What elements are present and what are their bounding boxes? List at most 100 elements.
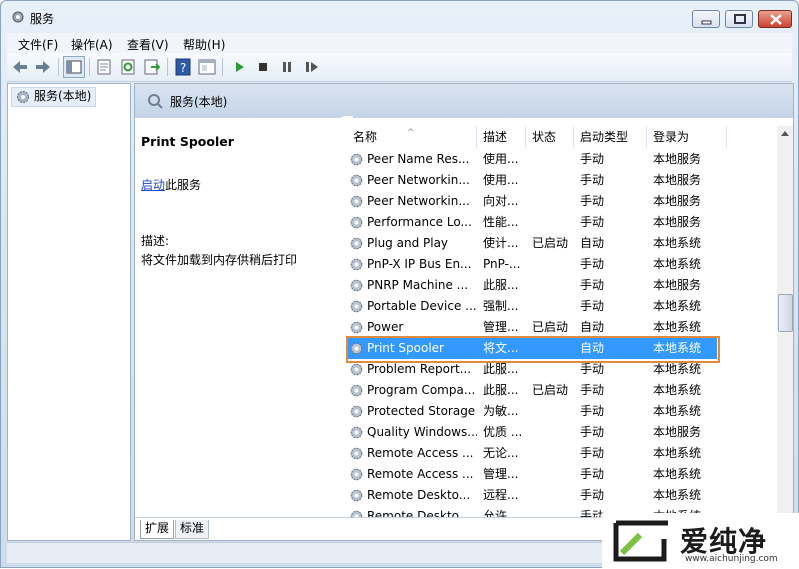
show-console-tree-button[interactable] (63, 56, 85, 78)
service-name: PnP-X IP Bus En... (367, 257, 472, 271)
service-description: 管理... (483, 467, 519, 481)
service-logon: 本地系统 (653, 467, 702, 481)
menu-view[interactable]: 查看(V) (127, 36, 169, 53)
service-row[interactable]: Program Compa... 此服... 已启动 手动 本地系统 (347, 380, 777, 401)
properties-icon (97, 59, 111, 75)
pane-body: Print Spooler 启动此服务 描述: 将文件加载到内存供稍后打印 ^ … (135, 116, 793, 522)
pause-service-icon (283, 62, 291, 72)
service-startup-type: 手动 (580, 278, 605, 292)
column-header-description[interactable]: 描述 (477, 126, 526, 148)
service-row[interactable]: Plug and Play 使计... 已启动 自动 本地系统 (347, 233, 777, 254)
service-gear-icon (350, 468, 363, 481)
column-desc-label: 描述 (483, 130, 508, 144)
description-label: 描述: (141, 234, 170, 248)
service-row[interactable]: Portable Device ... 强制... 手动 本地系统 (347, 296, 777, 317)
service-status: 已启动 (532, 236, 569, 250)
column-header-status[interactable]: 状态 (526, 126, 574, 148)
tree-item-services-local[interactable]: 服务(本地) (11, 87, 97, 107)
help-button[interactable]: ? (172, 56, 194, 78)
toolbar-separator (58, 58, 59, 76)
service-row[interactable]: Power 管理... 已启动 自动 本地系统 (347, 317, 777, 338)
service-name: Peer Name Res... (367, 152, 470, 166)
properties-button[interactable] (93, 56, 115, 78)
toolbar-separator (222, 58, 223, 76)
tab-standard[interactable]: 标准 (175, 520, 210, 539)
scroll-thumb[interactable] (778, 294, 793, 332)
maximize-button[interactable] (725, 10, 753, 28)
service-description: 为敏... (483, 404, 519, 418)
service-row[interactable]: PNRP Machine ... 此服... 手动 本地服务 (347, 275, 777, 296)
service-row[interactable]: Print Spooler 将文... 自动 本地系统 (347, 338, 717, 359)
service-gear-icon (350, 195, 363, 208)
menu-help[interactable]: 帮助(H) (183, 36, 225, 53)
service-startup-type: 手动 (580, 425, 605, 439)
service-name: Portable Device ... (367, 299, 477, 313)
service-startup-type: 手动 (580, 404, 605, 418)
back-icon (13, 61, 27, 73)
service-logon: 本地服务 (653, 152, 702, 166)
service-startup-type: 手动 (580, 383, 605, 397)
service-gear-icon (350, 153, 363, 166)
service-gear-icon (350, 216, 363, 229)
service-startup-type: 手动 (580, 299, 605, 313)
service-name: Performance Lo... (367, 215, 472, 229)
menu-file[interactable]: 文件(F) (18, 36, 58, 53)
service-description: 向对... (483, 194, 519, 208)
service-row[interactable]: PnP-X IP Bus En... PnP-... 手动 本地系统 (347, 254, 777, 275)
service-name: Peer Networkin... (367, 194, 470, 208)
service-row[interactable]: Protected Storage 为敏... 手动 本地系统 (347, 401, 777, 422)
restart-service-button[interactable] (300, 56, 322, 78)
services-list: ^ 名称 描述 状态 启动类型 登录为 Peer Name Res... 使用..… (347, 126, 777, 522)
console-tree: 服务(本地) (7, 83, 131, 541)
service-row[interactable]: Quality Windows... 优质 ... 手动 本地服务 (347, 422, 777, 443)
service-description: PnP-... (483, 257, 521, 271)
column-header-logon[interactable]: 登录为 (647, 126, 727, 148)
sort-ascending-icon: ^ (407, 128, 415, 138)
export-list-icon (144, 59, 161, 75)
refresh-button[interactable] (117, 56, 139, 78)
forward-button[interactable] (32, 56, 54, 78)
service-row[interactable]: Peer Networkin... 使用... 手动 本地服务 (347, 170, 777, 191)
start-service-line: 启动此服务 (141, 176, 201, 193)
service-row[interactable]: Peer Name Res... 使用... 手动 本地服务 (347, 149, 777, 170)
service-row[interactable]: Remote Access ... 无论... 手动 本地系统 (347, 443, 777, 464)
service-name: Protected Storage (367, 404, 476, 418)
column-header-name[interactable]: ^ 名称 (347, 126, 477, 148)
service-row[interactable]: Performance Lo... 性能... 手动 本地服务 (347, 212, 777, 233)
export-list-button[interactable] (141, 56, 163, 78)
pane-header: 服务(本地) (135, 84, 793, 118)
back-button[interactable] (9, 56, 31, 78)
maximize-icon (734, 14, 746, 24)
menu-action[interactable]: 操作(A) (71, 36, 113, 53)
service-row[interactable]: Peer Networkin... 向对... 手动 本地服务 (347, 191, 777, 212)
column-status-label: 状态 (532, 130, 557, 144)
pause-service-button[interactable] (276, 56, 298, 78)
title-bar[interactable]: 服务 (1, 1, 798, 33)
view-button[interactable] (196, 56, 218, 78)
vertical-scrollbar[interactable] (777, 126, 793, 522)
start-service-button[interactable] (228, 56, 250, 78)
stop-service-button[interactable] (252, 56, 274, 78)
service-row[interactable]: Problem Report... 此服... 手动 本地系统 (347, 359, 777, 380)
service-startup-type: 手动 (580, 362, 605, 376)
service-description: 优质 ... (483, 425, 523, 439)
close-button[interactable] (758, 10, 792, 28)
start-service-link[interactable]: 启动 (141, 178, 165, 192)
service-gear-icon (350, 258, 363, 271)
service-gear-icon (350, 321, 363, 334)
service-row[interactable]: Remote Deskto... 远程... 手动 本地系统 (347, 485, 777, 506)
minimize-icon (701, 20, 712, 25)
watermark-url: www.aichunjing.com (685, 554, 778, 564)
service-row[interactable]: Remote Access ... 管理... 手动 本地系统 (347, 464, 777, 485)
tab-extended[interactable]: 扩展 (140, 520, 175, 539)
service-description: 此服... (483, 383, 519, 397)
service-logon: 本地系统 (653, 488, 702, 502)
view-icon (198, 59, 216, 75)
service-logon: 本地系统 (653, 446, 702, 460)
scroll-up-icon[interactable] (781, 130, 789, 136)
service-logon: 本地服务 (653, 278, 702, 292)
column-header-startup-type[interactable]: 启动类型 (574, 126, 647, 148)
services-pane: 服务(本地) Print Spooler 启动此服务 描述: 将文件加载到内存供… (134, 83, 794, 541)
service-description: 此服... (483, 362, 519, 376)
minimize-button[interactable] (692, 10, 720, 28)
